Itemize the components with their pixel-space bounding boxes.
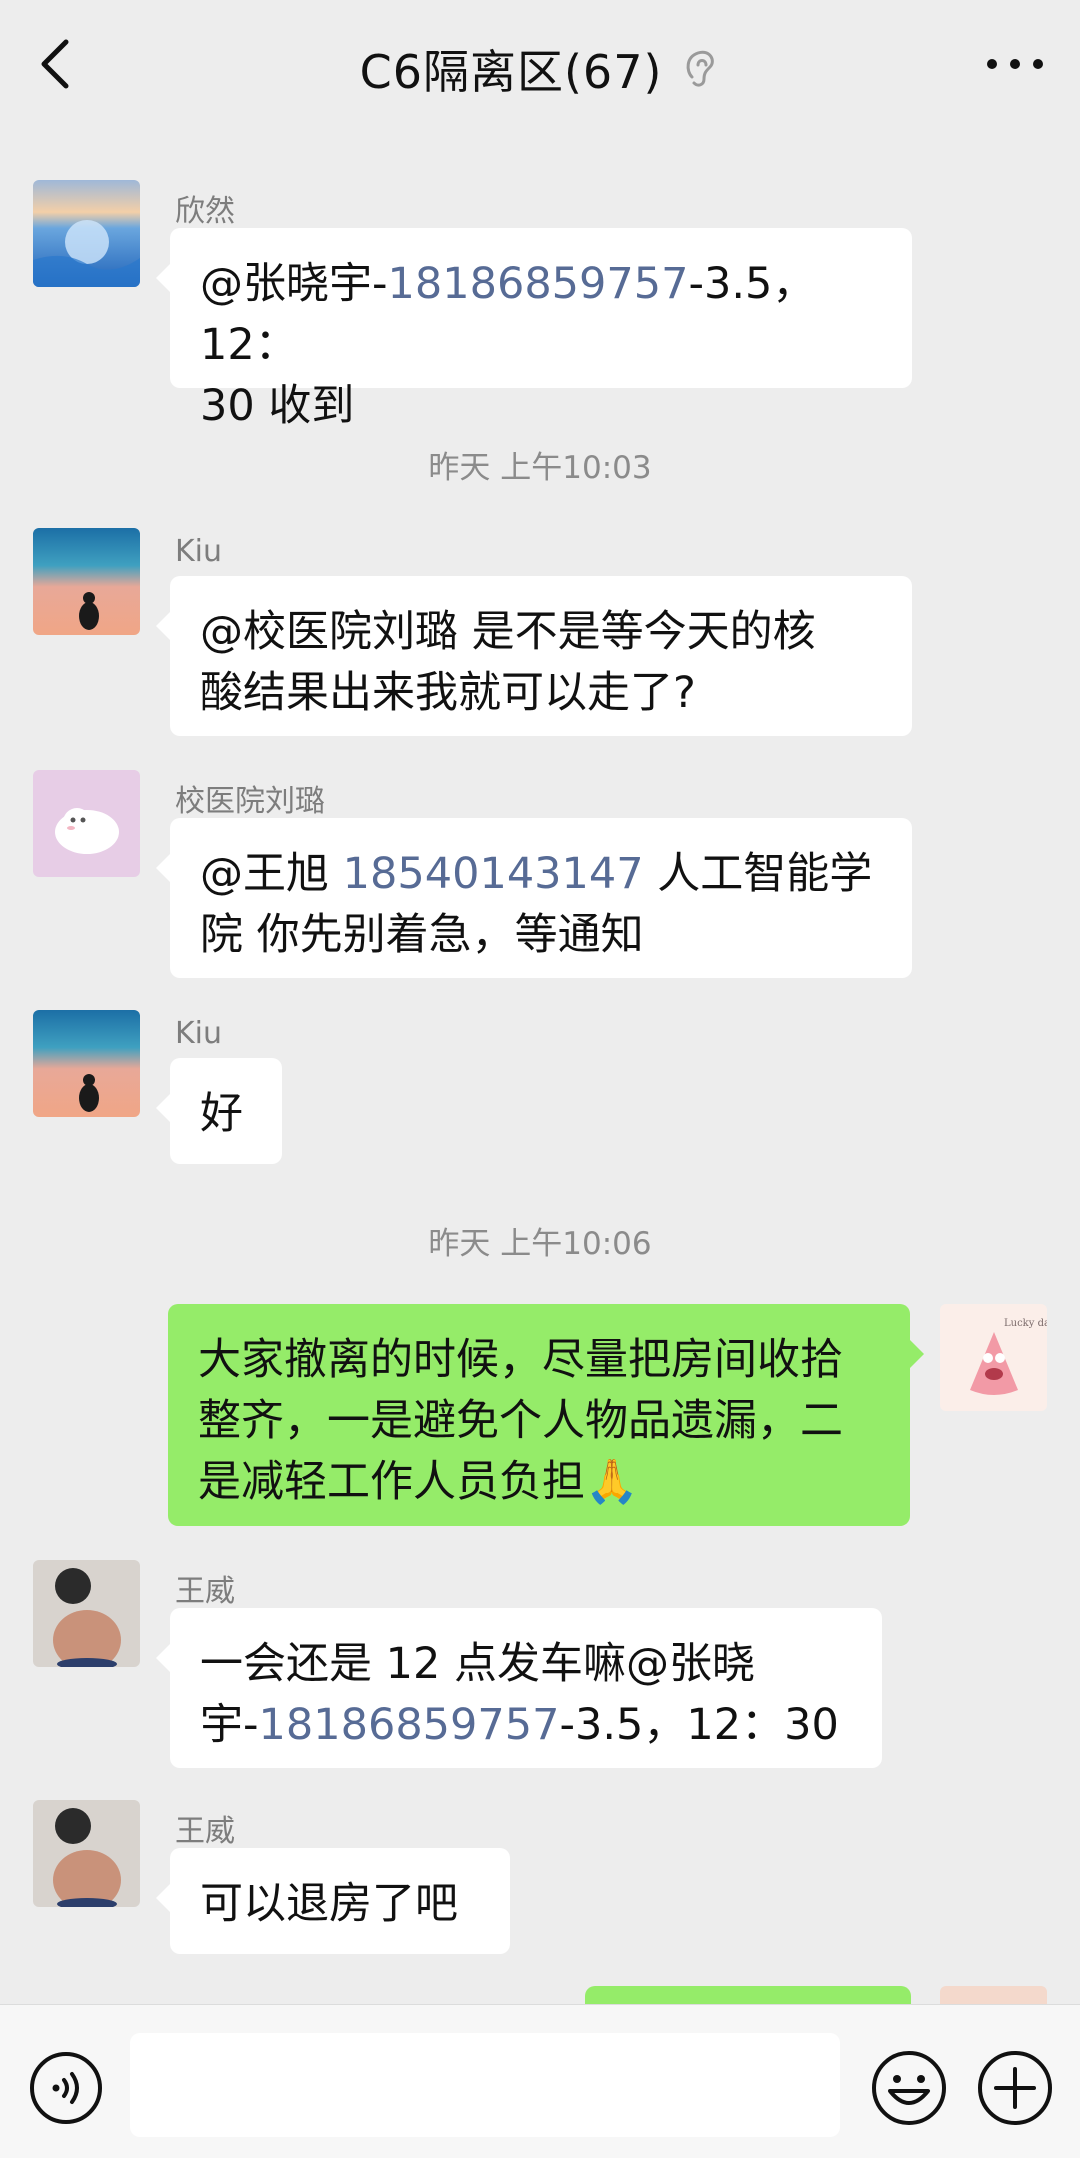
voice-icon[interactable] bbox=[28, 2050, 104, 2126]
message-bubble[interactable]: @王旭 18540143147 人工智能学 院 你先别着急，等通知 bbox=[156, 818, 912, 978]
avatar[interactable] bbox=[33, 180, 140, 287]
more-dots-icon[interactable] bbox=[980, 44, 1050, 84]
avatar[interactable] bbox=[33, 1010, 140, 1117]
message-text: @张晓宇-18186859757-3.5，12： bbox=[200, 259, 816, 370]
message-text: 院 你先别着急，等通知 bbox=[200, 910, 644, 960]
avatar[interactable] bbox=[33, 1800, 140, 1907]
phone-link[interactable]: 18540143147 bbox=[343, 849, 644, 899]
emoji-icon[interactable] bbox=[870, 2049, 948, 2127]
input-bar bbox=[0, 2004, 1080, 2158]
plus-icon[interactable] bbox=[976, 2049, 1054, 2127]
message-text: @校医院刘璐 是不是等今天的核 bbox=[200, 607, 816, 657]
message-bubble[interactable]: 可以退房了吧 bbox=[156, 1848, 510, 1954]
message-bubble[interactable]: @校医院刘璐 是不是等今天的核 酸结果出来我就可以走了? bbox=[156, 576, 912, 736]
message-bubble[interactable]: @张晓宇-18186859757-3.5，12： 30 收到 bbox=[156, 228, 912, 431]
avatar[interactable] bbox=[33, 770, 140, 877]
timestamp: 昨天 上午10:03 bbox=[428, 450, 652, 486]
message-text: 酸结果出来我就可以走了? bbox=[200, 668, 696, 718]
avatar[interactable] bbox=[33, 528, 140, 635]
sender-name: 校医院刘璐 bbox=[175, 784, 325, 819]
chat-title: C6隔离区(67) bbox=[359, 45, 663, 99]
my-message-bubble-partial[interactable] bbox=[585, 1986, 911, 2006]
ear-icon bbox=[687, 50, 715, 87]
sender-name: 王威 bbox=[175, 1574, 235, 1609]
sender-name: Kiu bbox=[175, 1016, 223, 1051]
sender-name: Kiu bbox=[175, 534, 223, 569]
sender-name: 王威 bbox=[175, 1814, 235, 1849]
message-bubble[interactable]: 一会还是 12 点发车嘛@张晓 宇-18186859757-3.5，12：30 bbox=[156, 1608, 882, 1768]
my-avatar[interactable]: Lucky day bbox=[940, 1304, 1047, 1411]
message-text: 整齐，一是避免个人物品遗漏，二 bbox=[198, 1396, 843, 1446]
chat-header: C6隔离区(67) bbox=[0, 0, 1080, 128]
avatar-label: Lucky day bbox=[1004, 1318, 1047, 1329]
timestamp: 昨天 上午10:06 bbox=[428, 1226, 652, 1262]
my-message-bubble[interactable]: 大家撤离的时候，尽量把房间收拾 整齐，一是避免个人物品遗漏，二 是减轻工作人员负… bbox=[168, 1304, 924, 1526]
message-text: 一会还是 12 点发车嘛@张晓 bbox=[200, 1639, 756, 1689]
message-bubble[interactable]: 好 bbox=[156, 1058, 282, 1164]
message-text: 30 收到 bbox=[200, 381, 355, 431]
chat-title-wrap: C6隔离区(67) bbox=[0, 36, 1080, 102]
message-text: 可以退房了吧 bbox=[200, 1879, 458, 1929]
my-avatar-partial[interactable] bbox=[940, 1986, 1047, 2006]
avatar[interactable] bbox=[33, 1560, 140, 1667]
message-input[interactable] bbox=[130, 2033, 840, 2137]
phone-link[interactable]: 18186859757 bbox=[388, 259, 689, 309]
message-text: 好 bbox=[200, 1089, 243, 1139]
message-text: @王旭 18540143147 人工智能学 bbox=[200, 849, 873, 899]
message-text: 宇-18186859757-3.5，12：30 bbox=[200, 1700, 839, 1750]
phone-link[interactable]: 18186859757 bbox=[259, 1700, 560, 1750]
sender-name: 欣然 bbox=[175, 194, 235, 229]
pray-emoji-icon: 🙏 bbox=[585, 1457, 639, 1507]
message-text: 是减轻工作人员负担🙏 bbox=[198, 1457, 639, 1507]
message-text: 大家撤离的时候，尽量把房间收拾 bbox=[198, 1335, 843, 1385]
